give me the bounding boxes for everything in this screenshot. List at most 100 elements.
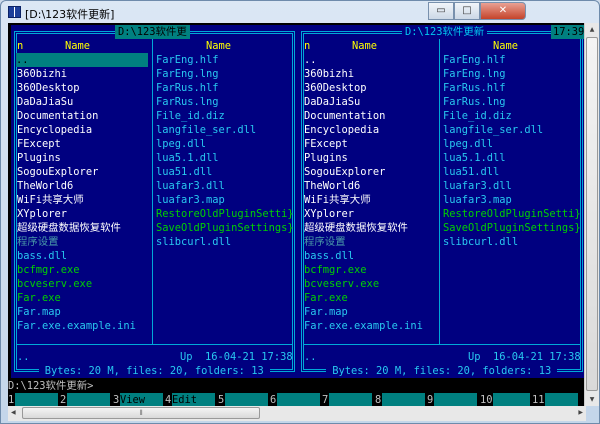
- file-item[interactable]: bass.dll: [17, 249, 67, 263]
- right_panel-col1-header[interactable]: Name: [352, 39, 377, 53]
- file-item[interactable]: FExcept: [17, 137, 61, 151]
- file-item[interactable]: 360bizhi: [304, 67, 354, 81]
- file-item[interactable]: 360Desktop: [17, 81, 80, 95]
- file-item[interactable]: Far.exe: [304, 291, 348, 305]
- keybar-key-1[interactable]: 1: [8, 393, 58, 406]
- file-item[interactable]: 360Desktop: [304, 81, 367, 95]
- file-item[interactable]: 360bizhi: [17, 67, 67, 81]
- file-item[interactable]: RestoreOldPluginSetti}: [443, 207, 581, 221]
- file-item[interactable]: RestoreOldPluginSetti}: [156, 207, 294, 221]
- maximize-button[interactable]: □: [454, 2, 480, 20]
- left-panel[interactable]: D:\123软件更 n Name Name.. 360bizhi 360Desktop Da…: [11, 25, 298, 378]
- file-item[interactable]: File_id.diz: [443, 109, 512, 123]
- file-item[interactable]: FarRus.hlf: [156, 81, 219, 95]
- scroll-left-arrow-icon[interactable]: ◀: [11, 409, 16, 416]
- right_panel-col2-header[interactable]: Name: [493, 39, 518, 53]
- scroll-down-arrow-icon[interactable]: ▼: [585, 396, 599, 403]
- key-label[interactable]: [225, 393, 268, 406]
- file-item[interactable]: WiFi共享大师: [304, 193, 371, 207]
- file-item[interactable]: lua51.dll: [443, 165, 499, 179]
- keybar-key-2[interactable]: 2: [60, 393, 110, 406]
- file-item[interactable]: langfile_ser.dll: [443, 123, 543, 137]
- file-item[interactable]: SaveOldPluginSettings}: [156, 221, 294, 235]
- keybar-key-4[interactable]: 4 Edit: [165, 393, 215, 406]
- file-item[interactable]: DaDaJiaSu: [304, 95, 360, 109]
- file-item[interactable]: FarRus.lng: [156, 95, 219, 109]
- key-label[interactable]: [329, 393, 372, 406]
- minimize-button[interactable]: ▭: [428, 2, 454, 20]
- file-item[interactable]: luafar3.map: [443, 193, 512, 207]
- file-item[interactable]: ..: [16, 53, 148, 67]
- command-line[interactable]: D:\123软件更新>: [8, 379, 93, 393]
- scroll-up-arrow-icon[interactable]: ▲: [585, 26, 599, 33]
- file-item[interactable]: FarRus.hlf: [443, 81, 506, 95]
- key-label[interactable]: View: [120, 393, 163, 406]
- file-item[interactable]: bcveserv.exe: [17, 277, 92, 291]
- file-item[interactable]: 超级硬盘数据恢复软件: [304, 221, 408, 235]
- file-item[interactable]: FarEng.lng: [443, 67, 506, 81]
- file-item[interactable]: luafar3.map: [156, 193, 225, 207]
- file-item[interactable]: WiFi共享大师: [17, 193, 84, 207]
- file-item[interactable]: DaDaJiaSu: [17, 95, 73, 109]
- key-label[interactable]: [493, 393, 530, 406]
- file-item[interactable]: XYplorer: [304, 207, 354, 221]
- vertical-scrollbar[interactable]: ▲ ▼: [584, 23, 599, 406]
- file-item[interactable]: luafar3.dll: [156, 179, 225, 193]
- file-item[interactable]: 程序设置: [17, 235, 59, 249]
- file-item[interactable]: lua5.1.dll: [443, 151, 506, 165]
- keybar-key-3[interactable]: 3 View: [113, 393, 163, 406]
- file-item[interactable]: bcveserv.exe: [304, 277, 379, 291]
- file-item[interactable]: TheWorld6: [304, 179, 360, 193]
- file-item[interactable]: SogouExplorer: [17, 165, 98, 179]
- file-item[interactable]: File_id.diz: [156, 109, 225, 123]
- key-label[interactable]: Edit: [172, 393, 215, 406]
- key-label[interactable]: [15, 393, 58, 406]
- horizontal-scroll-thumb[interactable]: ⦀: [22, 407, 260, 419]
- file-item[interactable]: Documentation: [304, 109, 385, 123]
- file-item[interactable]: TheWorld6: [17, 179, 73, 193]
- file-item[interactable]: bass.dll: [304, 249, 354, 263]
- file-item[interactable]: bcfmgr.exe: [17, 263, 80, 277]
- file-item[interactable]: lua51.dll: [156, 165, 212, 179]
- left_panel-col2-header[interactable]: Name: [206, 39, 231, 53]
- keybar-key-6[interactable]: 6: [270, 393, 320, 406]
- file-item[interactable]: FarEng.hlf: [156, 53, 219, 67]
- console-area[interactable]: D:\123软件更新> 1 2 3 View 4 Edit 5 6 7 8 9 10 11 D:\123…: [8, 23, 586, 406]
- keybar-key-10[interactable]: 10: [480, 393, 530, 406]
- keybar-key-11[interactable]: 11: [532, 393, 578, 406]
- keybar-key-9[interactable]: 9: [427, 393, 477, 406]
- file-item[interactable]: luafar3.dll: [443, 179, 512, 193]
- right-panel[interactable]: D:\123软件更新 n Name Name.. 360bizhi 360Desktop D…: [298, 25, 586, 378]
- file-item[interactable]: bcfmgr.exe: [304, 263, 367, 277]
- file-item[interactable]: FarRus.lng: [443, 95, 506, 109]
- file-item[interactable]: Encyclopedia: [304, 123, 379, 137]
- file-item[interactable]: SogouExplorer: [304, 165, 385, 179]
- vertical-scroll-thumb[interactable]: [586, 37, 598, 391]
- file-item[interactable]: Far.exe.example.ini: [17, 319, 136, 333]
- key-label[interactable]: [434, 393, 477, 406]
- keybar-key-8[interactable]: 8: [375, 393, 425, 406]
- close-button[interactable]: ✕: [480, 2, 526, 20]
- key-label[interactable]: [67, 393, 110, 406]
- file-item[interactable]: Far.map: [17, 305, 61, 319]
- file-item[interactable]: Far.map: [304, 305, 348, 319]
- file-item[interactable]: lua5.1.dll: [156, 151, 219, 165]
- file-item[interactable]: FExcept: [304, 137, 348, 151]
- file-item[interactable]: FarEng.hlf: [443, 53, 506, 67]
- file-item[interactable]: XYplorer: [17, 207, 67, 221]
- file-item[interactable]: lpeg.dll: [156, 137, 206, 151]
- file-item[interactable]: lpeg.dll: [443, 137, 493, 151]
- file-item[interactable]: Plugins: [17, 151, 61, 165]
- file-item[interactable]: ..: [304, 53, 317, 67]
- file-item[interactable]: Far.exe.example.ini: [304, 319, 423, 333]
- file-item[interactable]: slibcurl.dll: [156, 235, 231, 249]
- file-item[interactable]: Documentation: [17, 109, 98, 123]
- file-item[interactable]: Encyclopedia: [17, 123, 92, 137]
- keybar-key-5[interactable]: 5: [218, 393, 268, 406]
- key-label[interactable]: [545, 393, 578, 406]
- left_panel-col1-header[interactable]: Name: [65, 39, 90, 53]
- key-label[interactable]: [277, 393, 320, 406]
- file-item[interactable]: Plugins: [304, 151, 348, 165]
- file-item[interactable]: 程序设置: [304, 235, 346, 249]
- file-item[interactable]: SaveOldPluginSettings}: [443, 221, 581, 235]
